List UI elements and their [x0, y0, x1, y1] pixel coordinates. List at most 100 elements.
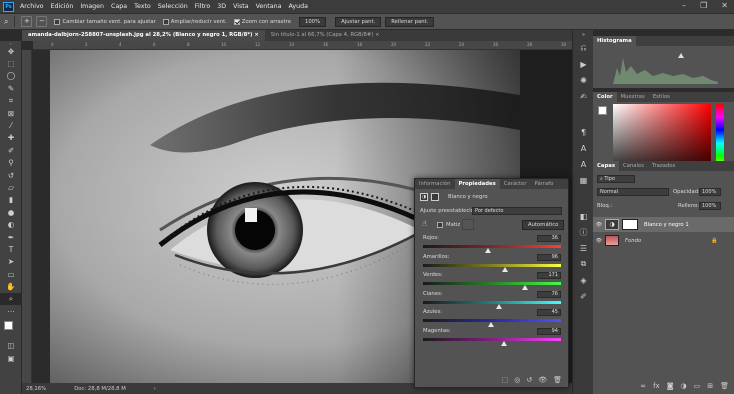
- view-previous-icon[interactable]: ◎: [514, 376, 520, 384]
- zoom-tool-icon[interactable]: ⌕: [4, 17, 8, 27]
- rectangle-icon[interactable]: ▭: [0, 268, 22, 280]
- navigator-panel-icon[interactable]: ◧: [573, 208, 594, 224]
- tab-amanda[interactable]: amanda-dalbjorn-258807-unsplash.jpg al 2…: [22, 30, 265, 41]
- tab-properties[interactable]: Propiedades: [454, 179, 500, 189]
- delete-layer-icon[interactable]: 🗑: [720, 382, 729, 390]
- screen-mode-icon[interactable]: ▣: [0, 352, 22, 364]
- path-select-icon[interactable]: ➤: [0, 256, 22, 268]
- tint-checkbox[interactable]: [437, 222, 443, 228]
- clip-to-layer-icon[interactable]: ⬚: [502, 376, 509, 384]
- tint-option[interactable]: Matiz: [437, 222, 460, 228]
- menu-filtro[interactable]: Filtro: [195, 3, 210, 10]
- eyedropper-icon[interactable]: ⁄: [0, 119, 22, 131]
- blur-icon[interactable]: ●: [0, 206, 22, 218]
- fill-screen-button[interactable]: Rellenar pant.: [385, 16, 435, 27]
- fg-swatch[interactable]: [598, 106, 607, 115]
- auto-button[interactable]: Automático: [522, 220, 565, 230]
- type-icon[interactable]: T: [0, 243, 22, 255]
- toggle-visibility-icon[interactable]: 👁: [538, 376, 547, 384]
- artboard-icon[interactable]: ⬚: [0, 57, 22, 69]
- slider-thumb[interactable]: [501, 340, 508, 346]
- quick-mask-icon[interactable]: ◫: [0, 340, 22, 352]
- new-group-icon[interactable]: ▭: [694, 382, 701, 390]
- slider-track[interactable]: [423, 245, 561, 248]
- menu-seleccion[interactable]: Selección: [158, 3, 188, 10]
- adjustments-panel-icon[interactable]: ✺: [573, 72, 594, 88]
- pen-icon[interactable]: ✒: [0, 231, 22, 243]
- lasso-icon[interactable]: ◯: [0, 70, 22, 82]
- eraser-icon[interactable]: ▱: [0, 181, 22, 193]
- fx-icon[interactable]: fx: [653, 382, 660, 390]
- slider-track[interactable]: [423, 282, 561, 285]
- zoom-all-checkbox[interactable]: [162, 18, 169, 25]
- slider-value-field[interactable]: 171: [537, 272, 561, 279]
- character-panel-icon[interactable]: A: [573, 156, 594, 172]
- brush-settings-icon[interactable]: ✍: [573, 88, 594, 104]
- slider-track[interactable]: [423, 263, 561, 267]
- menu-imagen[interactable]: Imagen: [80, 3, 104, 10]
- gradient-icon[interactable]: ▮: [0, 194, 22, 206]
- tab-styles[interactable]: Estilos: [649, 92, 674, 102]
- status-zoom[interactable]: 28,16%: [26, 386, 46, 392]
- menu-capa[interactable]: Capa: [111, 3, 127, 10]
- layer-filter-dropdown[interactable]: ⌕ Tipo: [597, 175, 635, 183]
- layer-row-fondo[interactable]: 👁 Fondo 🔒: [593, 233, 734, 248]
- fill-field[interactable]: 100%: [699, 202, 721, 210]
- new-adjustment-icon[interactable]: ◑: [681, 382, 687, 390]
- warning-icon[interactable]: [678, 53, 684, 58]
- quick-select-icon[interactable]: ✎: [0, 82, 22, 94]
- slider-value-field[interactable]: 45: [537, 309, 561, 316]
- zoom-out-icon[interactable]: −: [36, 16, 48, 27]
- delete-adjustment-icon[interactable]: 🗑: [553, 376, 562, 384]
- resize-windows-checkbox[interactable]: [54, 18, 61, 25]
- tab-character[interactable]: Carácter: [500, 179, 531, 189]
- tab-paths[interactable]: Trazados: [648, 161, 679, 171]
- restore-icon[interactable]: ❐: [700, 1, 707, 10]
- blend-mode-dropdown[interactable]: Normal: [597, 188, 669, 196]
- reset-icon[interactable]: ↺: [526, 376, 532, 384]
- minimize-icon[interactable]: –: [682, 1, 686, 10]
- close-tab-icon[interactable]: ×: [254, 32, 258, 38]
- paths-panel-icon[interactable]: ✐: [573, 288, 594, 304]
- layer-mask-thumbnail[interactable]: [622, 219, 638, 230]
- zoom-percent-field[interactable]: 100%: [298, 16, 327, 27]
- tab-swatches[interactable]: Muestras: [617, 92, 649, 102]
- slider-thumb[interactable]: [522, 285, 529, 290]
- layer-row-bw[interactable]: 👁 ◑ Blanco y negro 1: [593, 217, 734, 232]
- info-panel-icon[interactable]: ⓘ: [573, 224, 594, 240]
- more-tools-icon[interactable]: ⋯: [0, 305, 22, 317]
- slider-value-field[interactable]: 94: [537, 327, 561, 335]
- menu-archivo[interactable]: Archivo: [20, 3, 44, 10]
- paragraph-panel-icon[interactable]: ¶: [573, 124, 594, 140]
- tab-channels[interactable]: Canales: [619, 161, 648, 171]
- tint-color-swatch[interactable]: [462, 219, 474, 230]
- add-mask-icon[interactable]: ◙: [667, 382, 674, 390]
- clone-stamp-icon[interactable]: ⚲: [0, 157, 22, 169]
- crop-icon[interactable]: ⌗: [0, 95, 22, 107]
- status-arrow-icon[interactable]: ›: [154, 386, 156, 392]
- menu-vista[interactable]: Vista: [233, 3, 249, 10]
- properties-panel-icon[interactable]: ☰: [573, 240, 594, 256]
- visibility-eye-icon[interactable]: 👁: [593, 238, 605, 244]
- layer-name[interactable]: Blanco y negro 1: [644, 222, 689, 228]
- slider-thumb[interactable]: [485, 248, 492, 253]
- slider-value-field[interactable]: 36: [537, 235, 561, 242]
- move-icon[interactable]: ✥: [0, 45, 22, 57]
- visibility-eye-icon[interactable]: 👁: [593, 222, 605, 228]
- menu-ventana[interactable]: Ventana: [256, 3, 282, 10]
- preset-dropdown[interactable]: Por defecto: [472, 207, 562, 215]
- tab-info[interactable]: Información: [415, 179, 455, 189]
- slider-track[interactable]: [423, 337, 561, 341]
- color-swatches[interactable]: [0, 318, 21, 340]
- close-window-icon[interactable]: ✕: [721, 1, 728, 10]
- menu-edicion[interactable]: Edición: [51, 3, 74, 10]
- hand-icon[interactable]: ✋: [0, 280, 22, 292]
- foreground-color[interactable]: [4, 320, 13, 330]
- tab-sin-titulo[interactable]: Sin título-1 al 66,7% (Capa 4, RGB/8#) ×: [265, 30, 386, 41]
- libraries-panel-icon[interactable]: ▦: [573, 172, 594, 188]
- scrubby-zoom-checkbox[interactable]: [233, 18, 240, 25]
- dodge-icon[interactable]: ◐: [0, 218, 22, 230]
- slider-value-field[interactable]: 76: [537, 290, 561, 298]
- close-tab-icon[interactable]: ×: [375, 32, 379, 38]
- channels-panel-icon[interactable]: ◈: [573, 272, 594, 288]
